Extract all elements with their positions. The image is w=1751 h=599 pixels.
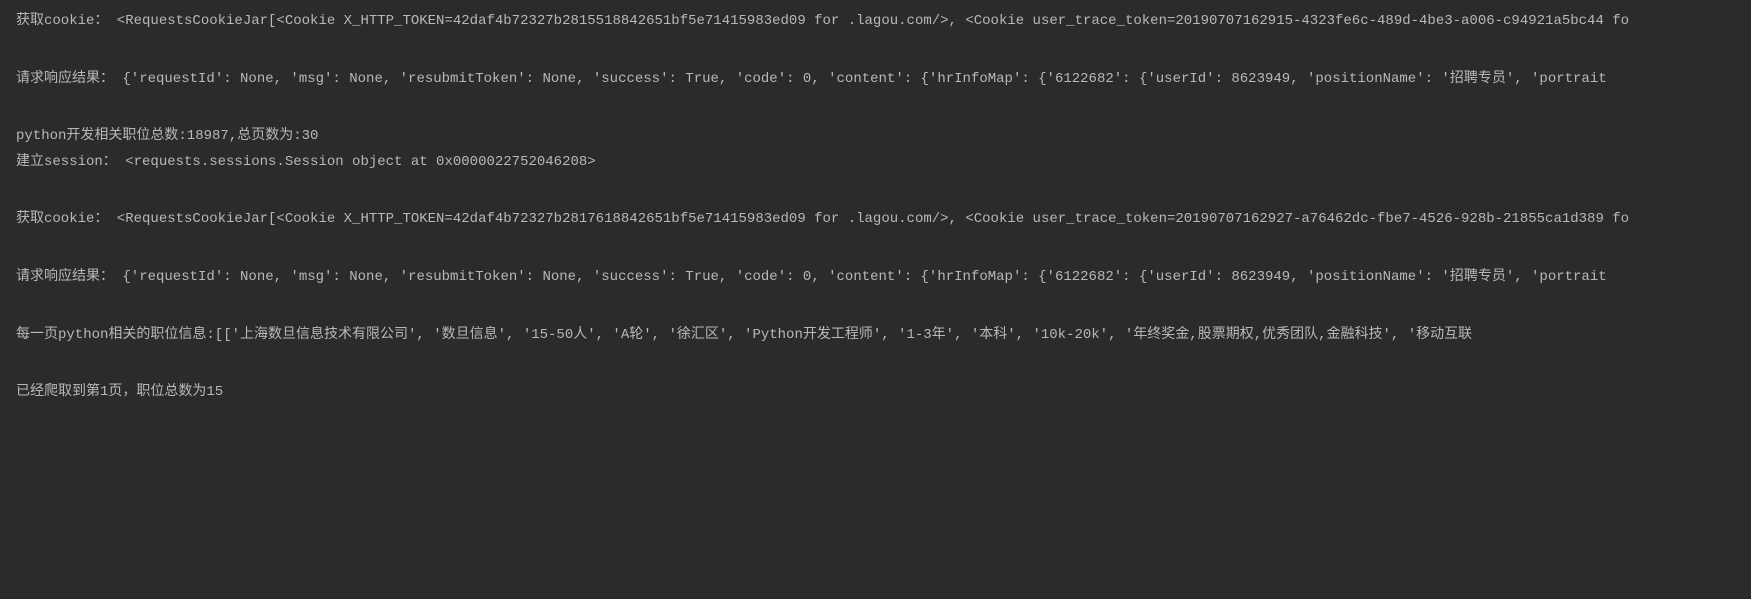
console-line: 建立session： <requests.sessions.Session ob… [16, 153, 1735, 173]
blank-line [16, 236, 1735, 268]
blank-line [16, 351, 1735, 383]
console-line: 已经爬取到第1页，职位总数为15 [16, 383, 1735, 403]
console-line: 请求响应结果： {'requestId': None, 'msg': None,… [16, 268, 1735, 288]
console-line: 请求响应结果： {'requestId': None, 'msg': None,… [16, 70, 1735, 90]
console-output: 获取cookie： <RequestsCookieJar[<Cookie X_H… [16, 12, 1735, 403]
console-line: 获取cookie： <RequestsCookieJar[<Cookie X_H… [16, 12, 1735, 32]
blank-line [16, 38, 1735, 70]
console-line: python开发相关职位总数:18987,总页数为:30 [16, 127, 1735, 147]
blank-line [16, 294, 1735, 326]
console-line: 每一页python相关的职位信息:[['上海数旦信息技术有限公司', '数旦信息… [16, 326, 1735, 346]
blank-line [16, 95, 1735, 127]
blank-line [16, 178, 1735, 210]
console-line: 获取cookie： <RequestsCookieJar[<Cookie X_H… [16, 210, 1735, 230]
